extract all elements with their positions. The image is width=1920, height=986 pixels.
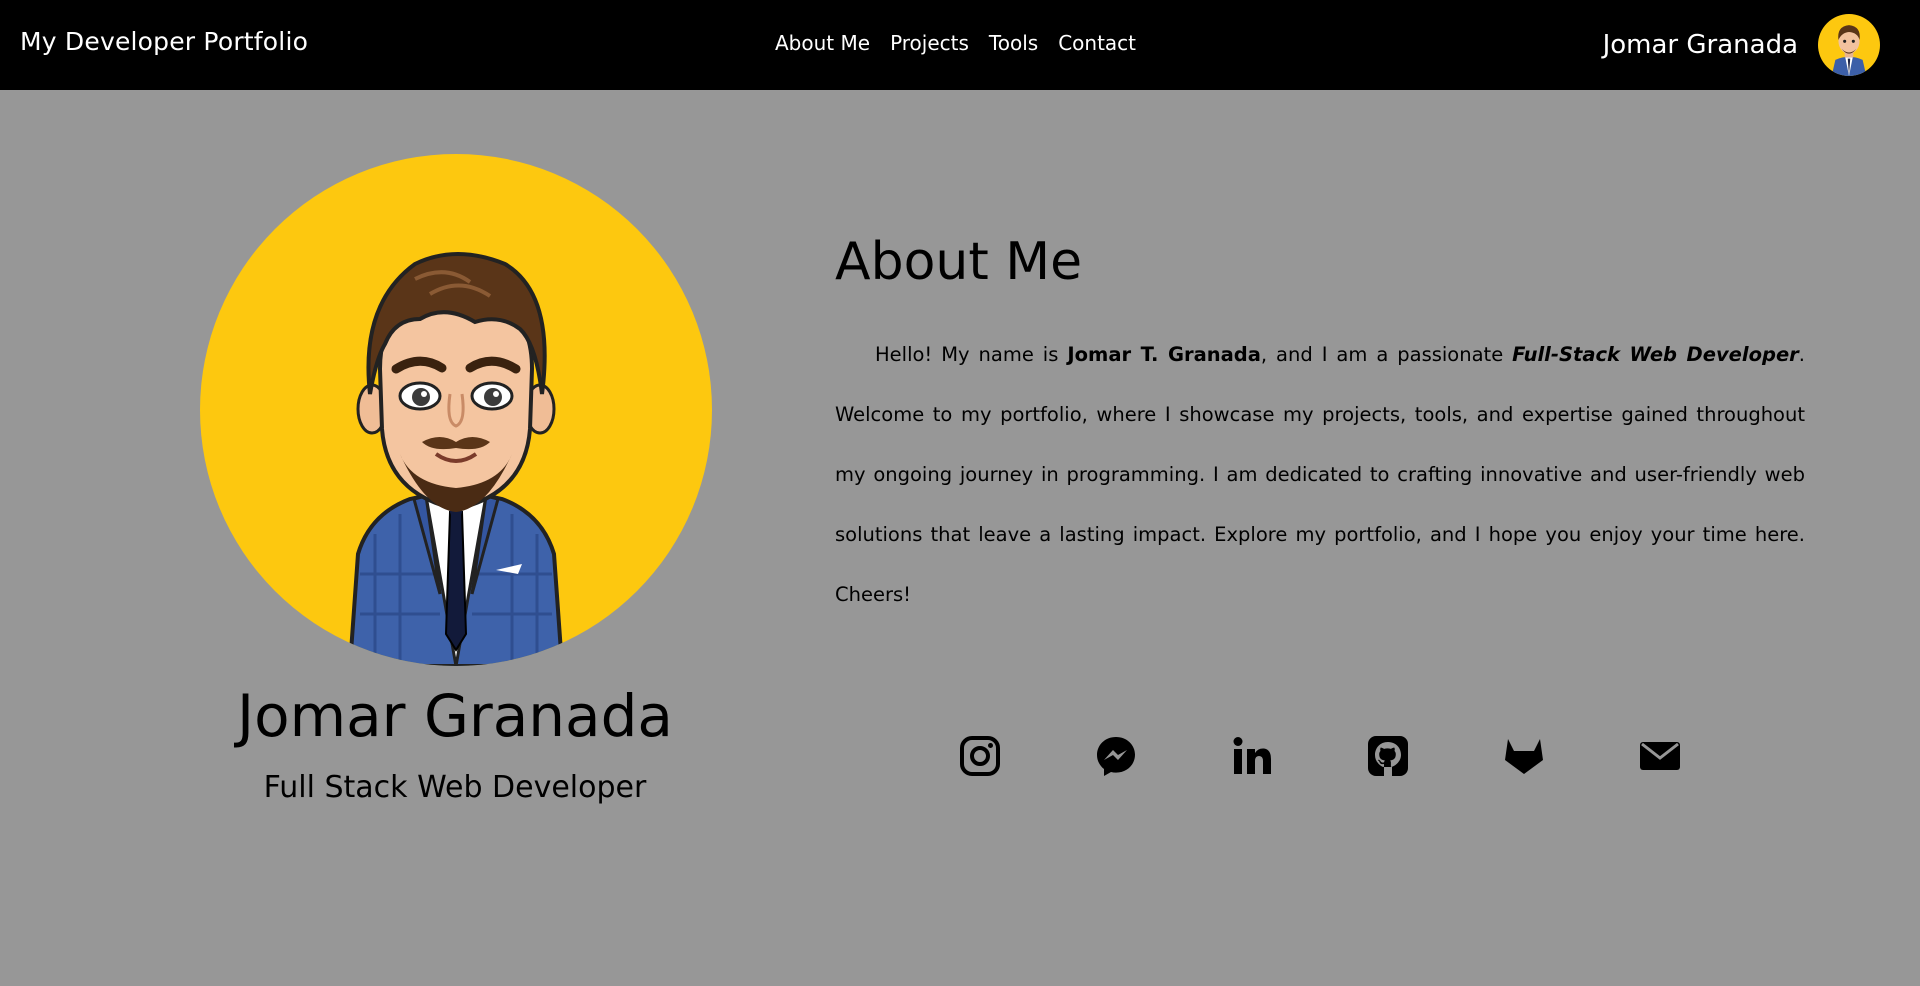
about-role-emphasis: Full-Stack Web Developer bbox=[1512, 343, 1799, 366]
instagram-link[interactable] bbox=[957, 733, 1003, 779]
nav-links: About Me Projects Tools Contact bbox=[775, 31, 1136, 55]
about-paragraph: Hello! My name is Jomar T. Granada, and … bbox=[835, 325, 1805, 625]
github-icon bbox=[1368, 736, 1408, 776]
profile-avatar-icon bbox=[347, 252, 565, 666]
nav-link-contact[interactable]: Contact bbox=[1058, 31, 1136, 55]
messenger-icon bbox=[1097, 737, 1135, 776]
email-icon bbox=[1640, 742, 1680, 770]
nav-link-about-me[interactable]: About Me bbox=[775, 31, 870, 55]
social-links bbox=[0, 733, 1920, 779]
brand-title[interactable]: My Developer Portfolio bbox=[20, 27, 308, 56]
messenger-link[interactable] bbox=[1093, 733, 1139, 779]
gitlab-icon bbox=[1505, 739, 1543, 774]
nav-link-projects[interactable]: Projects bbox=[890, 31, 969, 55]
avatar[interactable] bbox=[1818, 14, 1880, 76]
linkedin-icon bbox=[1233, 737, 1271, 774]
instagram-icon bbox=[960, 736, 1000, 776]
about-intro: Hello! My name is bbox=[875, 343, 1068, 366]
nav-user: Jomar Granada bbox=[1603, 14, 1880, 76]
nav-link-tools[interactable]: Tools bbox=[989, 31, 1038, 55]
about-title: About Me bbox=[835, 232, 1083, 292]
nav-user-name: Jomar Granada bbox=[1602, 30, 1798, 60]
email-link[interactable] bbox=[1637, 733, 1683, 779]
about-mid: , and I am a passionate bbox=[1260, 343, 1513, 366]
github-link[interactable] bbox=[1365, 733, 1411, 779]
avatar-icon bbox=[1831, 25, 1867, 76]
about-rest: . Welcome to my portfolio, where I showc… bbox=[835, 343, 1805, 606]
about-full-name: Jomar T. Granada bbox=[1067, 343, 1261, 366]
profile-avatar bbox=[200, 154, 712, 666]
gitlab-link[interactable] bbox=[1501, 733, 1547, 779]
linkedin-link[interactable] bbox=[1229, 733, 1275, 779]
navbar: My Developer Portfolio About Me Projects… bbox=[0, 0, 1920, 90]
